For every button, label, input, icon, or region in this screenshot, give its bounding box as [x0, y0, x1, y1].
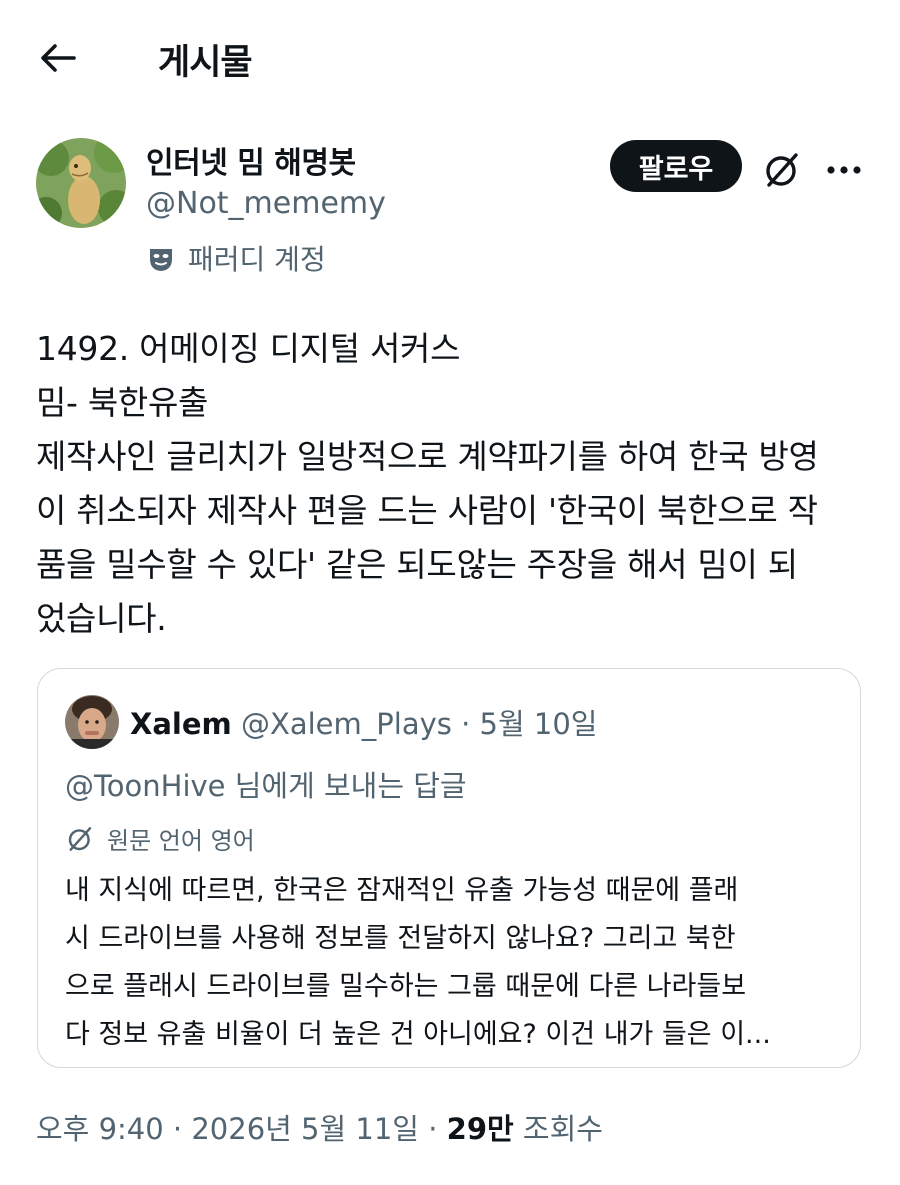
quoted-avatar-image — [65, 695, 119, 749]
post-line: 밈- 북한유출 — [36, 383, 209, 422]
parody-label: 패러디 계정 — [188, 243, 326, 276]
post-author: 인터넷 밈 해명봇 @Not_mememy 패러디 계정 팔로우 — [36, 138, 866, 288]
original-language-indicator: 원문 언어 영어 — [65, 821, 255, 856]
quoted-line: 시 드라이브를 사용해 정보를 전달하지 않나요? 그리고 북한 — [65, 923, 736, 954]
quoted-date[interactable]: 5월 10일 — [480, 707, 598, 741]
reply-context: @ToonHive 님에게 보내는 답글 — [65, 769, 467, 803]
avatar[interactable] — [36, 138, 126, 228]
separator: · — [172, 1112, 183, 1146]
quoted-line: 다 정보 유출 비율이 더 높은 건 아니에요? 이건 내가 들은 이... — [65, 1019, 771, 1050]
user-handle[interactable]: @Not_mememy — [146, 186, 386, 221]
post-line: 이 취소되자 제작사 편을 드는 사람이 '한국이 북한으로 작 — [36, 491, 818, 530]
post-time[interactable]: 오후 9:40 — [36, 1112, 164, 1146]
more-options-button[interactable] — [820, 146, 868, 194]
post-line: 었습니다. — [36, 599, 167, 638]
page-title: 게시물 — [158, 43, 253, 83]
quoted-line: 내 지식에 따르면, 한국은 잠재적인 유출 가능성 때문에 플래 — [65, 875, 739, 906]
views-label: 조회수 — [522, 1112, 603, 1146]
post-line: 제작사인 글리치가 일방적으로 계약파기를 하여 한국 방영 — [36, 437, 819, 476]
quoted-handle[interactable]: @Xalem_Plays — [241, 707, 452, 741]
avatar-image — [36, 138, 126, 228]
post-date[interactable]: 2026년 5월 11일 — [191, 1112, 419, 1146]
top-bar: 게시물 — [0, 0, 900, 115]
parody-badge: 패러디 계정 — [146, 238, 326, 278]
back-button[interactable] — [36, 36, 80, 80]
quoted-post[interactable]: Xalem @Xalem_Plays · 5월 10일 @ToonHive 님에… — [37, 668, 861, 1068]
grok-button[interactable] — [758, 146, 806, 194]
quoted-text: 내 지식에 따르면, 한국은 잠재적인 유출 가능성 때문에 플래 시 드라이브… — [65, 867, 845, 1059]
more-horizontal-icon — [827, 166, 861, 174]
post-line: 1492. 어메이징 디지털 서커스 — [36, 329, 461, 368]
post-meta: 오후 9:40 · 2026년 5월 11일 · 29만 조회수 — [36, 1106, 603, 1148]
original-language-label: 원문 언어 영어 — [107, 827, 255, 855]
separator: · — [461, 707, 471, 741]
arrow-left-icon — [41, 44, 76, 72]
quoted-avatar[interactable] — [65, 695, 119, 749]
quoted-name[interactable]: Xalem — [130, 707, 232, 741]
separator: · — [428, 1112, 438, 1146]
display-name[interactable]: 인터넷 밈 해명봇 — [146, 138, 356, 182]
grok-icon — [766, 153, 798, 187]
post-line: 품을 밀수할 수 있다' 같은 되도않는 주장을 해서 밈이 되 — [36, 545, 798, 584]
views-count: 29만 — [446, 1112, 514, 1146]
quoted-line: 으로 플래시 드라이브를 밀수하는 그룹 때문에 다른 나라들보 — [65, 971, 747, 1002]
mask-icon — [150, 249, 172, 271]
post-text: 1492. 어메이징 디지털 서커스 밈- 북한유출 제작사인 글리치가 일방적… — [36, 322, 876, 646]
quoted-meta: Xalem @Xalem_Plays · 5월 10일 — [130, 701, 597, 743]
follow-button[interactable]: 팔로우 — [610, 140, 742, 192]
grok-icon — [68, 826, 92, 851]
